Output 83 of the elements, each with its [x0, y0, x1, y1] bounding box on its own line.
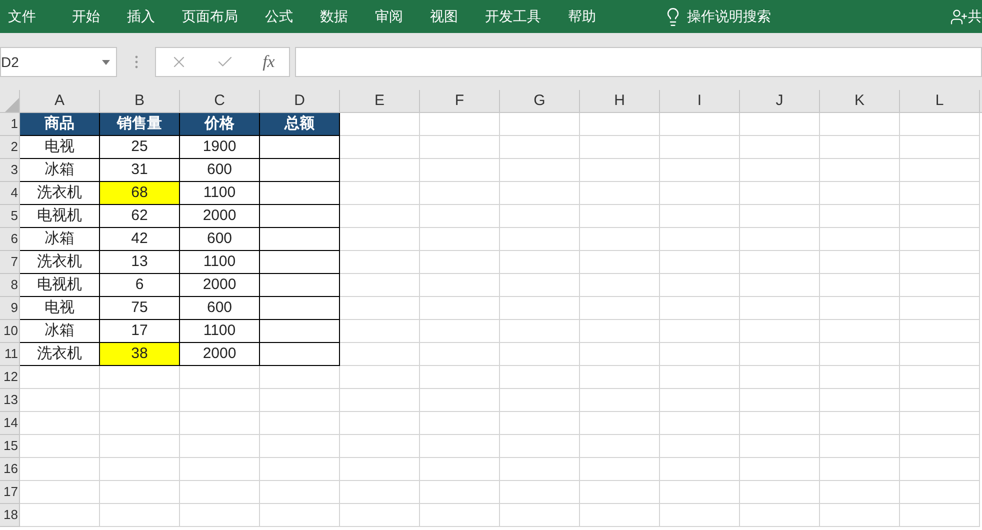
table-cell: 电视: [20, 136, 100, 159]
row-header[interactable]: 10: [0, 320, 20, 343]
column-header[interactable]: H: [580, 90, 660, 113]
table-cell: 13: [100, 251, 180, 274]
row-header[interactable]: 2: [0, 136, 20, 159]
menu-tab[interactable]: 视图: [430, 6, 458, 27]
table-cell: 2000: [180, 343, 260, 366]
row-header[interactable]: 3: [0, 159, 20, 182]
row-header[interactable]: 12: [0, 366, 20, 389]
row-header[interactable]: 7: [0, 251, 20, 274]
menu-tab[interactable]: 数据: [320, 6, 348, 27]
menu-tab[interactable]: 帮助: [568, 6, 596, 27]
header-cell: 价格: [180, 113, 260, 136]
row-header[interactable]: 13: [0, 389, 20, 412]
name-box[interactable]: D2: [0, 47, 117, 77]
row-header[interactable]: 17: [0, 481, 20, 504]
table-cell: 2000: [180, 274, 260, 297]
caret-icon: [102, 60, 110, 64]
grip-icon: [135, 55, 138, 69]
share-button[interactable]: 共: [968, 6, 982, 27]
share-icon: [950, 8, 968, 26]
column-header[interactable]: L: [900, 90, 980, 113]
table-cell: 电视: [20, 297, 100, 320]
table-cell: 75: [100, 297, 180, 320]
table-cell: 冰箱: [20, 228, 100, 251]
table-cell: 洗衣机: [20, 251, 100, 274]
table-cell: 洗衣机: [20, 343, 100, 366]
insert-function-button[interactable]: fx: [262, 49, 275, 75]
menu-tab[interactable]: 插入: [127, 6, 155, 27]
column-header[interactable]: E: [340, 90, 420, 113]
table-cell: 600: [180, 159, 260, 182]
table-cell: 600: [180, 228, 260, 251]
menu-tab[interactable]: 开始: [72, 6, 100, 27]
menu-tab[interactable]: 页面布局: [182, 6, 238, 27]
table-cell: 冰箱: [20, 159, 100, 182]
row-header[interactable]: 5: [0, 205, 20, 228]
row-header[interactable]: 14: [0, 412, 20, 435]
menu-tab[interactable]: 公式: [265, 6, 293, 27]
table-cell: 600: [180, 297, 260, 320]
table-cell: 42: [100, 228, 180, 251]
row-header[interactable]: 18: [0, 504, 20, 527]
header-cell: 总额: [260, 113, 340, 136]
row-header[interactable]: 6: [0, 228, 20, 251]
table-cell: 1100: [180, 182, 260, 205]
menu-tab[interactable]: 审阅: [375, 6, 403, 27]
table-cell: 1100: [180, 320, 260, 343]
table-cell: 电视机: [20, 205, 100, 228]
row-header[interactable]: 11: [0, 343, 20, 366]
table-cell: 洗衣机: [20, 182, 100, 205]
column-header[interactable]: A: [20, 90, 100, 113]
row-header[interactable]: 1: [0, 113, 20, 136]
header-cell: 销售量: [100, 113, 180, 136]
table-cell: 2000: [180, 205, 260, 228]
row-header[interactable]: 8: [0, 274, 20, 297]
table-cell: 冰箱: [20, 320, 100, 343]
menu-tab[interactable]: 开发工具: [485, 6, 541, 27]
row-header[interactable]: 4: [0, 182, 20, 205]
table-cell: 62: [100, 205, 180, 228]
table-cell: 31: [100, 159, 180, 182]
row-header[interactable]: 16: [0, 458, 20, 481]
column-header[interactable]: D: [260, 90, 340, 113]
column-header[interactable]: K: [820, 90, 900, 113]
table-cell: 1100: [180, 251, 260, 274]
row-header[interactable]: 15: [0, 435, 20, 458]
row-header[interactable]: 9: [0, 297, 20, 320]
table-cell: 17: [100, 320, 180, 343]
header-cell: 商品: [20, 113, 100, 136]
column-header[interactable]: F: [420, 90, 500, 113]
table-cell: 1900: [180, 136, 260, 159]
table-cell: 38: [100, 343, 180, 366]
table-cell: 电视机: [20, 274, 100, 297]
column-header[interactable]: C: [180, 90, 260, 113]
column-header[interactable]: B: [100, 90, 180, 113]
formula-input[interactable]: [295, 47, 982, 77]
select-all-corner[interactable]: [0, 90, 20, 113]
column-header[interactable]: G: [500, 90, 580, 113]
table-cell: 6: [100, 274, 180, 297]
column-header[interactable]: I: [660, 90, 740, 113]
search-hint[interactable]: 操作说明搜索: [687, 6, 771, 27]
table-cell: 68: [100, 182, 180, 205]
menu-tab[interactable]: 文件: [8, 6, 36, 27]
table-cell: 25: [100, 136, 180, 159]
column-header[interactable]: J: [740, 90, 820, 113]
